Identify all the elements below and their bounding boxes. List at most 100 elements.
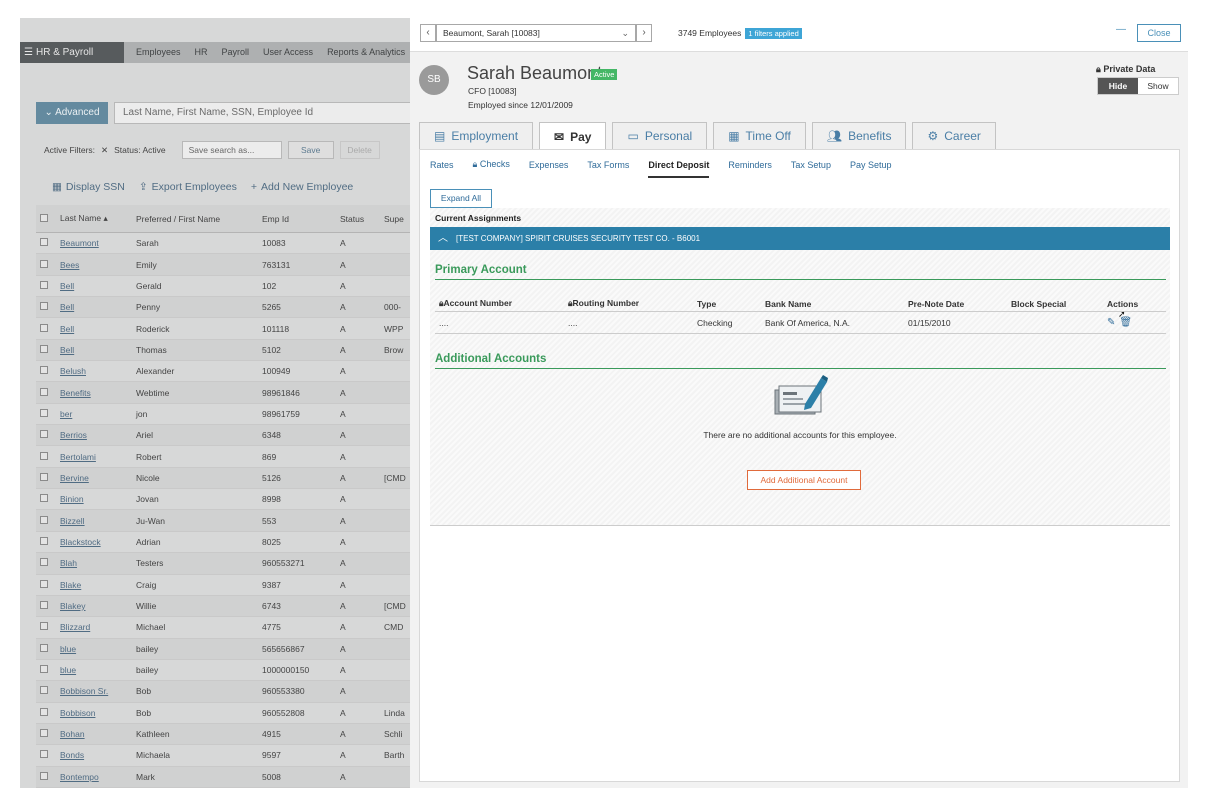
save-search-input[interactable]: Save search as...: [181, 141, 282, 159]
tab-benefits[interactable]: 👥︎ Benefits: [811, 122, 907, 149]
last-name-link[interactable]: Bobbison: [60, 708, 95, 718]
row-checkbox[interactable]: [40, 665, 48, 674]
row-checkbox[interactable]: [40, 601, 48, 610]
nav-user-access[interactable]: User Access: [263, 42, 313, 63]
filters-badge[interactable]: 1 filters applied: [745, 28, 802, 39]
table-row[interactable]: Bizzell Ju-Wan 553 A: [36, 510, 410, 532]
tab-personal[interactable]: ▭ Personal: [612, 122, 708, 149]
last-name-link[interactable]: Binion: [60, 494, 84, 504]
column-first-name[interactable]: Preferred / First Name: [132, 214, 258, 224]
table-row[interactable]: ber jon 98961759 A: [36, 404, 410, 426]
last-name-link[interactable]: Blake: [60, 580, 81, 590]
last-name-link[interactable]: Beaumont: [60, 238, 99, 248]
table-row[interactable]: Bell Roderick 101118 A WPP: [36, 318, 410, 340]
subtab-tax-setup[interactable]: Tax Setup: [791, 160, 831, 170]
table-row[interactable]: Bell Thomas 5102 A Brow: [36, 339, 410, 362]
column-last-name[interactable]: Last Name ▴: [54, 213, 132, 224]
nav-payroll[interactable]: Payroll: [222, 42, 250, 63]
row-checkbox[interactable]: [40, 451, 48, 460]
table-row[interactable]: Bell Penny 5265 A 000-: [36, 297, 410, 319]
last-name-link[interactable]: Berrios: [60, 430, 87, 440]
table-row[interactable]: Blah Testers 960553271 A: [36, 553, 410, 575]
table-row[interactable]: Berrios Ariel 6348 A: [36, 425, 410, 447]
subtab-expenses[interactable]: Expenses: [529, 160, 569, 170]
table-row[interactable]: Blakey Willie 6743 A [CMD: [36, 595, 410, 618]
row-checkbox[interactable]: [40, 515, 48, 524]
last-name-link[interactable]: Belush: [60, 366, 86, 376]
last-name-link[interactable]: Bell: [60, 324, 74, 334]
last-name-link[interactable]: Bervine: [60, 473, 89, 483]
row-checkbox[interactable]: [40, 302, 48, 311]
prev-employee-button[interactable]: ‹: [420, 24, 436, 42]
table-row[interactable]: Blizzard Michael 4775 A CMD: [36, 617, 410, 639]
subtab-direct-deposit[interactable]: Direct Deposit: [648, 160, 710, 178]
tab-employment[interactable]: ▤ Employment: [419, 122, 534, 149]
edit-icon[interactable]: ✎: [1107, 317, 1115, 328]
last-name-link[interactable]: Benefits: [60, 388, 91, 398]
close-button[interactable]: Close: [1137, 24, 1181, 42]
save-search-button[interactable]: Save: [287, 141, 334, 159]
table-row[interactable]: blue bailey 565656867 A: [36, 638, 410, 660]
last-name-link[interactable]: Blakey: [60, 601, 86, 611]
minimize-button[interactable]: —: [1116, 24, 1126, 35]
table-row[interactable]: Benefits Webtime 98961846 A: [36, 382, 410, 404]
table-row[interactable]: Belush Alexander 100949 A: [36, 361, 410, 383]
row-checkbox[interactable]: [40, 536, 48, 545]
expand-all-button[interactable]: Expand All: [430, 189, 492, 208]
row-checkbox[interactable]: [40, 750, 48, 759]
table-row[interactable]: Bohan Kathleen 4915 A Schli: [36, 723, 410, 746]
table-row[interactable]: Binion Jovan 8998 A: [36, 489, 410, 511]
row-checkbox[interactable]: [40, 579, 48, 588]
display-ssn-button[interactable]: ▦ Display SSN: [52, 181, 125, 193]
tab-time-off[interactable]: ▦ Time Off: [713, 122, 806, 149]
select-all-checkbox[interactable]: [40, 213, 48, 222]
hide-option[interactable]: Hide: [1098, 78, 1138, 94]
table-row[interactable]: Blake Craig 9387 A: [36, 575, 410, 596]
last-name-link[interactable]: Bobbison Sr.: [60, 686, 108, 696]
row-checkbox[interactable]: [40, 323, 48, 332]
last-name-link[interactable]: Blizzard: [60, 622, 90, 632]
row-checkbox[interactable]: [40, 494, 48, 503]
row-checkbox[interactable]: [40, 707, 48, 716]
row-checkbox[interactable]: [40, 366, 48, 375]
last-name-link[interactable]: Bell: [60, 281, 74, 291]
last-name-link[interactable]: Bell: [60, 345, 74, 355]
employee-search-input[interactable]: Last Name, First Name, SSN, Employee Id: [114, 102, 410, 124]
row-checkbox[interactable]: [40, 387, 48, 396]
export-employees-button[interactable]: ⇪ Export Employees: [139, 181, 237, 193]
table-row[interactable]: Bonds Michaela 9597 A Barth: [36, 745, 410, 767]
last-name-link[interactable]: blue: [60, 665, 76, 675]
remove-filter-icon[interactable]: ✕: [101, 145, 108, 156]
row-checkbox[interactable]: [40, 259, 48, 268]
last-name-link[interactable]: Bell: [60, 302, 74, 312]
company-assignment-header[interactable]: ︿ [TEST COMPANY] SPIRIT CRUISES SECURITY …: [430, 227, 1170, 250]
row-checkbox[interactable]: [40, 643, 48, 652]
next-employee-button[interactable]: ›: [636, 24, 652, 42]
last-name-link[interactable]: Bonds: [60, 750, 84, 760]
column-emp-id[interactable]: Emp Id: [258, 214, 336, 224]
table-row[interactable]: Bertolami Robert 869 A: [36, 446, 410, 468]
nav-employees[interactable]: Employees: [136, 42, 181, 63]
row-checkbox[interactable]: [40, 280, 48, 289]
table-row[interactable]: Bell Gerald 102 A: [36, 276, 410, 298]
tab-pay[interactable]: ✉ Pay: [539, 122, 607, 150]
table-row[interactable]: Blackstock Adrian 8025 A: [36, 532, 410, 554]
column-status[interactable]: Status: [336, 214, 380, 224]
delete-search-button[interactable]: Delete: [339, 141, 380, 159]
row-checkbox[interactable]: [40, 238, 48, 247]
row-checkbox[interactable]: [40, 408, 48, 417]
add-additional-account-button[interactable]: Add Additional Account: [747, 470, 861, 490]
table-row[interactable]: Bobbison Bob 960552808 A Linda: [36, 703, 410, 724]
last-name-link[interactable]: Blah: [60, 558, 77, 568]
tab-career[interactable]: ⚙ Career: [912, 122, 996, 149]
row-checkbox[interactable]: [40, 558, 48, 567]
row-checkbox[interactable]: [40, 729, 48, 738]
table-row[interactable]: Beaumont Sarah 10083 A: [36, 233, 410, 255]
add-employee-button[interactable]: + Add New Employee: [251, 181, 353, 193]
show-option[interactable]: Show: [1138, 78, 1178, 94]
column-supervisor[interactable]: Supe: [380, 214, 410, 224]
table-row[interactable]: Bees Emily 763131 A: [36, 254, 410, 276]
table-row[interactable]: Bervine Nicole 5126 A [CMD: [36, 467, 410, 490]
last-name-link[interactable]: Blackstock: [60, 537, 101, 547]
nav-reports[interactable]: Reports & Analytics: [327, 42, 405, 63]
